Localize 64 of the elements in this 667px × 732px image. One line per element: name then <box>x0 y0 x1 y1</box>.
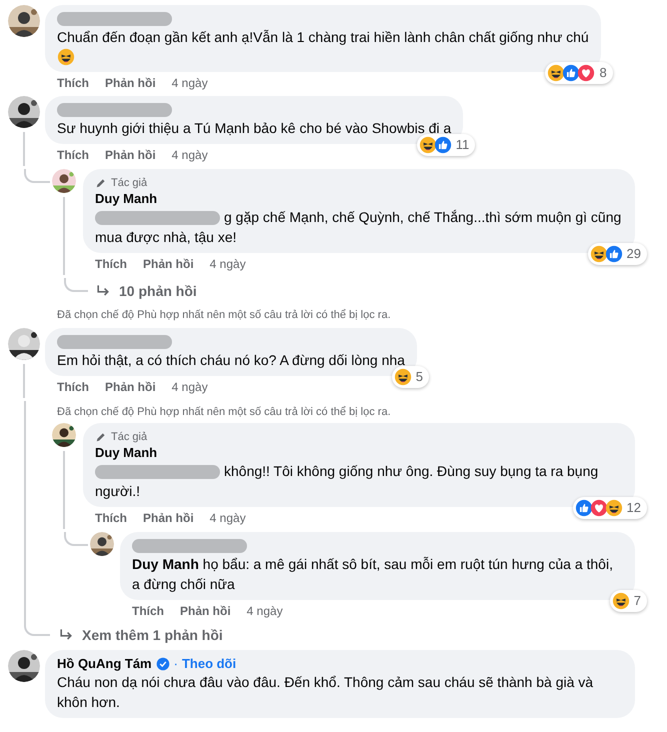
author-label: Tác giả <box>111 430 148 445</box>
author-name[interactable]: Duy Manh <box>95 189 158 209</box>
timestamp[interactable]: 4 ngày <box>172 378 208 396</box>
view-replies-link[interactable]: 10 phản hồi <box>95 280 197 302</box>
comment-text: Chuẩn đến đoạn gần kết anh ạ!Vẫn là 1 chàng trai hiền lành chân chất giống như chú <box>57 29 589 45</box>
laughing-face-icon <box>57 48 75 66</box>
timestamp[interactable]: 4 ngày <box>210 255 246 273</box>
timestamp[interactable]: 4 ngày <box>172 74 208 92</box>
reaction-summary[interactable]: 8 <box>545 62 613 84</box>
reaction-count: 8 <box>599 64 607 82</box>
laughing-face-icon <box>547 64 566 82</box>
action-link[interactable]: Phản hồi <box>105 378 156 396</box>
action-link[interactable]: Thích <box>57 146 89 164</box>
follow-link[interactable]: Theo dõi <box>182 654 236 674</box>
laughing-face-icon <box>418 136 437 154</box>
reaction-count: 5 <box>416 368 423 386</box>
pencil-icon <box>95 431 107 443</box>
laughing-face-icon <box>612 592 630 610</box>
reaction-count: 11 <box>456 136 470 154</box>
thumbs-up-icon <box>434 136 452 154</box>
action-link[interactable]: Thích <box>57 74 89 92</box>
thumbs-up-icon <box>562 64 580 82</box>
reaction-summary[interactable]: 29 <box>588 243 647 265</box>
separator-dot: · <box>174 655 178 674</box>
reaction-summary[interactable]: 12 <box>572 497 647 519</box>
laughing-face-icon <box>590 245 608 263</box>
laughing-face-icon <box>604 499 623 517</box>
action-link[interactable]: Thích <box>132 602 164 620</box>
action-link[interactable]: Phản hồi <box>143 255 194 273</box>
comment-text: Duy Manh họ bẩu: a mê gái nhất sô bít, sau mỗi em ruột tún hưng của a thôi, a đừng chối nữa <box>132 556 613 592</box>
comment-text: không!! Tôi không giống như ông. Đùng suy bụng ta ra bụng người.! <box>95 463 598 499</box>
timestamp[interactable]: 4 ngày <box>172 146 208 164</box>
comment-text: Em hỏi thật, a có thích cháu nó ko? A đừng dối lòng nha <box>57 352 405 368</box>
filter-note: Đã chọn chế độ Phù hợp nhất nên một số câu trả lời có thể bị lọc ra. <box>57 405 392 419</box>
author-name[interactable]: Duy Manh <box>95 443 158 463</box>
timestamp[interactable]: 4 ngày <box>210 509 246 527</box>
pencil-icon <box>95 177 107 189</box>
reaction-summary[interactable]: 11 <box>416 134 476 156</box>
laughing-face-icon <box>394 368 412 386</box>
action-link[interactable]: Phản hồi <box>105 74 156 92</box>
action-link[interactable]: Phản hồi <box>105 146 156 164</box>
thread-connector <box>64 532 88 546</box>
author-name[interactable]: Hồ QuAng Tám <box>57 654 152 674</box>
thread-connector <box>64 278 88 292</box>
thumbs-up-icon <box>574 499 593 517</box>
filter-note: Đã chọn chế độ Phù hợp nhất nên một số câu trả lời có thể bị lọc ra. <box>57 308 392 322</box>
reaction-summary[interactable]: 7 <box>610 590 647 612</box>
reaction-count: 7 <box>634 592 641 610</box>
view-replies-link[interactable]: Xem thêm 1 phản hồi <box>58 624 223 646</box>
reaction-count: 29 <box>626 245 641 264</box>
action-link[interactable]: Phản hồi <box>180 602 231 620</box>
comment-text: Cháu non dạ nói chưa đâu vào đâu. Đến khổ. Thông cảm sau cháu sẽ thành bà già và khôn hơn. <box>57 674 594 710</box>
comment-text: g gặp chế Mạnh, chế Quỳnh, chế Thắng...thì sớm muộn gì cũng mua được nhà, tậu xe! <box>95 209 622 245</box>
action-link[interactable]: Phản hồi <box>143 509 194 527</box>
author-label: Tác giả <box>111 176 148 191</box>
thread-connector <box>24 169 50 183</box>
reaction-summary[interactable]: 5 <box>392 366 429 388</box>
timestamp[interactable]: 4 ngày <box>246 602 283 620</box>
comment-text: Sư huynh giới thiệu a Tú Mạnh bảo kê cho bé vào Showbis đi a <box>57 120 452 136</box>
action-link[interactable]: Thích <box>95 509 127 527</box>
action-link[interactable]: Thích <box>95 255 127 273</box>
reaction-count: 12 <box>626 499 641 518</box>
thumbs-up-icon <box>604 245 623 263</box>
action-link[interactable]: Thích <box>57 378 89 396</box>
